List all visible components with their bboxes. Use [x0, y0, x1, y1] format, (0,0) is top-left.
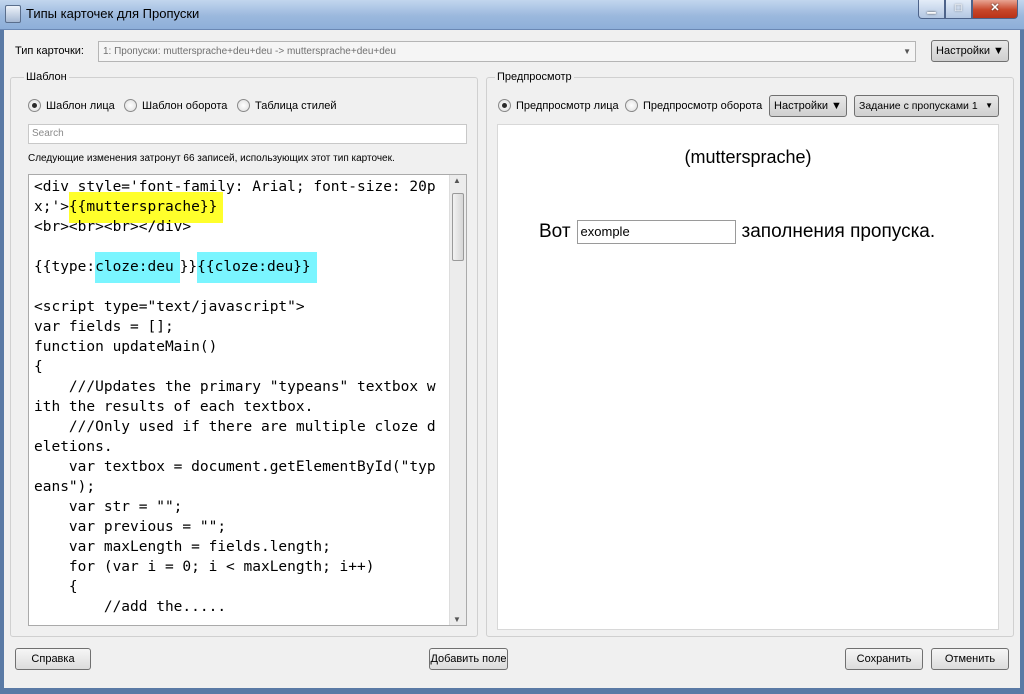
add-field-button[interactable]: Добавить поле: [429, 648, 508, 670]
preview-settings-button[interactable]: Настройки ▼: [769, 95, 847, 117]
change-notice: Следующие изменения затронут 66 записей,…: [28, 153, 395, 164]
window-title: Типы карточек для Пропуски: [26, 6, 200, 21]
cancel-button[interactable]: Отменить: [931, 648, 1009, 670]
maximize-icon: □: [955, 2, 962, 14]
scroll-thumb[interactable]: [452, 193, 464, 261]
type-answer-input[interactable]: exomple: [576, 220, 736, 244]
card-type-select[interactable]: 1: Пропуски: muttersprache+deu+deu -> mu…: [98, 41, 916, 62]
save-button[interactable]: Сохранить: [845, 648, 923, 670]
close-icon: ✕: [990, 2, 1000, 14]
radio-front-preview[interactable]: Предпросмотр лица: [498, 99, 619, 112]
card-type-label: Тип карточки:: [15, 45, 84, 57]
preview-pane: (muttersprache) Вот exomple заполнения п…: [497, 124, 999, 630]
radio-circle: [625, 99, 638, 112]
help-button[interactable]: Справка: [15, 648, 91, 670]
radio-label: Таблица стилей: [255, 99, 337, 112]
minimize-icon: ▁: [927, 2, 936, 14]
radio-label: Шаблон лица: [46, 99, 115, 112]
scroll-down-icon[interactable]: ▼: [453, 615, 461, 624]
code-text: <script type="text/javascript"> var fiel…: [34, 299, 436, 615]
dialog-body: Тип карточки: 1: Пропуски: muttersprache…: [4, 30, 1020, 688]
radio-back-preview[interactable]: Предпросмотр оборота: [625, 99, 762, 112]
radio-label: Шаблон оборота: [142, 99, 228, 112]
type-answer-value: exomple: [580, 224, 630, 239]
radio-back-template[interactable]: Шаблон оборота: [124, 99, 227, 112]
highlight-cloze-field: {{cloze:deu}}: [197, 252, 317, 283]
scroll-up-icon[interactable]: ▲: [453, 176, 461, 185]
highlight-cloze: cloze:deu: [95, 252, 180, 283]
preview-card-line: Вот exomple заполнения пропуска.: [539, 220, 935, 244]
radio-circle: [28, 99, 41, 112]
preview-card-title: (muttersprache): [684, 147, 812, 167]
chevron-down-icon: ▼: [903, 47, 911, 56]
radio-front-template[interactable]: Шаблон лица: [28, 99, 115, 112]
template-group-title: Шаблон: [24, 71, 69, 83]
cloze-select-value: Задание с пропусками 1: [859, 100, 978, 112]
template-editor[interactable]: <div style='font-family: Arial; font-siz…: [28, 174, 467, 626]
search-placeholder: Search: [32, 128, 64, 139]
preview-group-title: Предпросмотр: [495, 71, 574, 83]
preview-text-before: Вот: [539, 221, 571, 242]
cloze-number-select[interactable]: Задание с пропусками 1 ▼: [854, 95, 999, 117]
editor-scrollbar[interactable]: ▲ ▼: [449, 175, 466, 625]
title-bar: Типы карточек для Пропуски ▁ □ ✕: [0, 0, 1024, 30]
minimize-button[interactable]: ▁: [918, 0, 945, 19]
code-text: <br><br><br></div>: [34, 219, 192, 235]
card-type-settings-button[interactable]: Настройки ▼: [931, 40, 1009, 62]
code-text: }}: [179, 259, 198, 275]
app-icon: [5, 5, 21, 23]
radio-circle: [237, 99, 250, 112]
preview-text-after: заполнения пропуска.: [741, 221, 936, 242]
chevron-down-icon: ▼: [985, 101, 993, 110]
radio-circle: [124, 99, 137, 112]
card-type-value: 1: Пропуски: muttersprache+deu+deu -> mu…: [103, 46, 396, 57]
close-button[interactable]: ✕: [972, 0, 1018, 19]
radio-label: Предпросмотр лица: [516, 99, 619, 112]
radio-label: Предпросмотр оборота: [643, 99, 763, 112]
radio-styling[interactable]: Таблица стилей: [237, 99, 337, 112]
maximize-button[interactable]: □: [945, 0, 972, 19]
code-text: {{type:: [34, 259, 96, 275]
radio-circle: [498, 99, 511, 112]
search-input[interactable]: Search: [28, 124, 467, 144]
template-code: <div style='font-family: Arial; font-siz…: [34, 177, 439, 617]
